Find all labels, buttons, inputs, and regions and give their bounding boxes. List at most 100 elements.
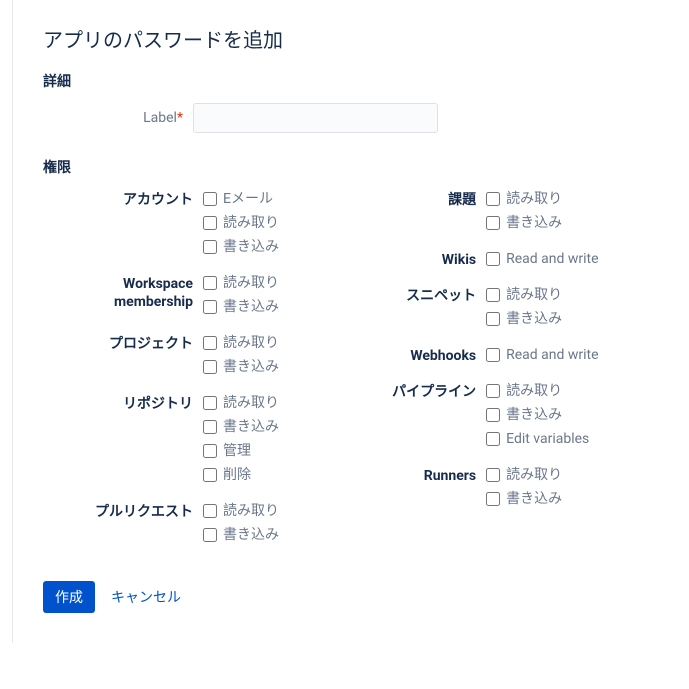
perm-checkbox[interactable] [203,528,217,542]
perm-group-label: Workspace membership [43,273,203,317]
perm-option-label: 読み取り [223,333,279,353]
perm-option-label: 書き込み [506,309,562,329]
perm-group-label: Runners [366,465,486,509]
perm-checkbox[interactable] [486,384,500,398]
section-details: 詳細 [43,71,659,91]
perm-checkbox[interactable] [203,360,217,374]
perm-checkbox[interactable] [486,216,500,230]
perm-checkbox[interactable] [203,336,217,350]
perm-option-workspace-membership-item[interactable]: 読み取り [203,273,279,293]
perm-option-item-item[interactable]: 書き込み [203,525,279,545]
perm-checkbox[interactable] [486,492,500,506]
perm-checkbox[interactable] [486,432,500,446]
perm-group-item: 課題読み取り書き込み [366,189,659,233]
actions-row: 作成 キャンセル [43,581,659,613]
perm-group-webhooks: WebhooksRead and write [366,345,659,365]
perm-checkbox[interactable] [203,192,217,206]
perm-option-item-item[interactable]: 読み取り [203,333,279,353]
perm-group-label: パイプライン [366,381,486,449]
perm-checkbox[interactable] [203,444,217,458]
perm-option-item-item[interactable]: 書き込み [486,213,562,233]
perm-checkbox[interactable] [486,468,500,482]
perm-column-right: 課題読み取り書き込みWikisRead and writeスニペット読み取り書き… [366,189,659,561]
perm-option-runners-item[interactable]: 書き込み [486,489,562,509]
perm-option-label: Eメール [223,189,273,209]
perm-option-label: 読み取り [506,381,562,401]
perm-options: 読み取り書き込み Edit variables [486,381,589,449]
perm-option-webhooks-read-and-write[interactable]: Read and write [486,345,598,365]
perm-option-label: 書き込み [506,405,562,425]
perm-option-item-item[interactable]: 書き込み [486,405,589,425]
perm-option-item-item[interactable]: 書き込み [203,237,279,257]
perm-option-item-item[interactable]: 書き込み [486,309,562,329]
perm-option-item-item[interactable]: 書き込み [203,357,279,377]
perm-option-item-item[interactable]: 読み取り [203,501,279,521]
perm-checkbox[interactable] [486,288,500,302]
perm-group-wikis: WikisRead and write [366,249,659,269]
perm-checkbox[interactable] [203,216,217,230]
perm-option-workspace-membership-item[interactable]: 書き込み [203,297,279,317]
perm-checkbox[interactable] [203,276,217,290]
perm-option-item-item[interactable]: 読み取り [486,189,562,209]
perm-option-item-item[interactable]: 読み取り [486,381,589,401]
perm-option-item-item[interactable]: 管理 [203,441,279,461]
perm-option-label: 書き込み [223,297,279,317]
perm-options: 読み取り書き込み [486,285,562,329]
perm-option-wikis-read-and-write[interactable]: Read and write [486,249,598,269]
perm-option-label: 読み取り [506,189,562,209]
perm-option-item-item[interactable]: 削除 [203,465,279,485]
section-permissions: 権限 [43,157,659,177]
perm-checkbox[interactable] [203,240,217,254]
perm-options: 読み取り書き込み [486,465,562,509]
perm-option-item-item[interactable]: 書き込み [203,417,279,437]
perm-group-label: プルリクエスト [43,501,203,545]
label-field-label: Label* [43,110,193,126]
cancel-button[interactable]: キャンセル [107,581,185,613]
perm-option-label: 管理 [223,441,251,461]
perm-group-label: Webhooks [366,345,486,365]
perm-option-item-item[interactable]: 読み取り [203,393,279,413]
perm-option-item-item[interactable]: 読み取り [203,213,279,233]
perm-option-label: Edit variables [506,429,589,449]
perm-checkbox[interactable] [486,408,500,422]
perm-option-label: 読み取り [223,213,279,233]
perm-option-label: 書き込み [223,237,279,257]
perm-checkbox[interactable] [203,396,217,410]
perm-option-item-item[interactable]: 読み取り [486,285,562,305]
perm-option-label: Read and write [506,249,598,269]
perm-options: Read and write [486,249,598,269]
perm-column-left: アカウントEメール読み取り書き込みWorkspace membership読み取… [43,189,326,561]
perm-group-item: アカウント Eメール読み取り書き込み [43,189,326,257]
perm-option-label: 読み取り [223,273,279,293]
perm-options: 読み取り書き込み [203,333,279,377]
perm-checkbox[interactable] [486,348,500,362]
create-button[interactable]: 作成 [43,581,95,613]
perm-options: 読み取り書き込み [203,273,279,317]
perm-checkbox[interactable] [486,192,500,206]
perm-checkbox[interactable] [203,300,217,314]
perm-option-label: 書き込み [223,417,279,437]
label-input[interactable] [193,103,438,133]
perm-checkbox[interactable] [203,504,217,518]
perm-group-label: プロジェクト [43,333,203,377]
perm-checkbox[interactable] [203,420,217,434]
perm-option-item-e[interactable]: Eメール [203,189,279,209]
required-mark: * [177,110,183,126]
perm-option-runners-item[interactable]: 読み取り [486,465,562,485]
perm-checkbox[interactable] [486,252,500,266]
perm-group-workspace-membership: Workspace membership読み取り書き込み [43,273,326,317]
perm-group-label: リポジトリ [43,393,203,485]
perm-option-item-edit-variables[interactable]: Edit variables [486,429,589,449]
perm-group-label: アカウント [43,189,203,257]
perm-options: 読み取り書き込み管理削除 [203,393,279,485]
perm-checkbox[interactable] [486,312,500,326]
perm-group-runners: Runners読み取り書き込み [366,465,659,509]
perm-option-label: 読み取り [223,393,279,413]
perm-option-label: 読み取り [223,501,279,521]
perm-option-label: 読み取り [506,465,562,485]
page-title: アプリのパスワードを追加 [43,24,659,53]
perm-option-label: 読み取り [506,285,562,305]
perm-checkbox[interactable] [203,468,217,482]
perm-group-label: 課題 [366,189,486,233]
perm-option-label: 削除 [223,465,251,485]
